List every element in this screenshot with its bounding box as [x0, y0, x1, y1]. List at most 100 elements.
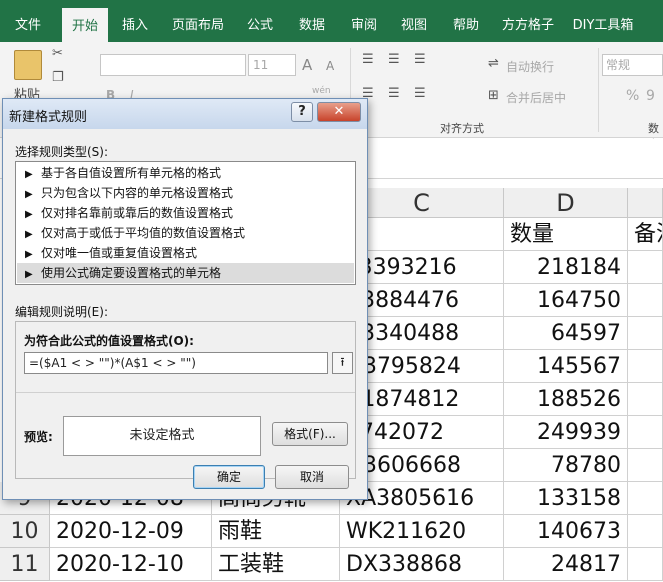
rule-type-item[interactable]: ▶ 仅对排名靠前或靠后的数值设置格式 — [17, 203, 354, 223]
edit-rule-description-label: 编辑规则说明(E): — [15, 305, 108, 319]
align-bottom-icon[interactable]: ☰ — [414, 52, 426, 67]
tab-insert[interactable]: 插入 — [114, 0, 156, 42]
triangle-right-icon: ▶ — [25, 229, 33, 240]
rule-type-label: 仅对排名靠前或靠后的数值设置格式 — [41, 206, 234, 220]
formula-input[interactable]: =($A1 < > "")*(A$1 < > "") — [24, 352, 328, 374]
table-cell[interactable] — [628, 383, 663, 416]
table-cell[interactable] — [628, 350, 663, 383]
column-header-d[interactable]: D — [504, 188, 628, 218]
table-cell[interactable]: 雨鞋 — [212, 515, 340, 548]
ok-button[interactable]: 确定 — [193, 465, 265, 489]
comma-style-icon[interactable]: 9 — [646, 88, 655, 104]
paste-icon[interactable] — [14, 50, 42, 80]
table-cell[interactable] — [628, 284, 663, 317]
shrink-font-icon[interactable]: A — [326, 59, 334, 73]
table-cell[interactable]: 218184 — [504, 251, 628, 284]
align-top-icon[interactable]: ☰ — [362, 52, 374, 67]
select-rule-type-label: 选择规则类型(S): — [15, 145, 109, 159]
wrap-text-icon[interactable]: ⇌ — [488, 56, 499, 71]
table-cell[interactable]: 2020-12-10 — [50, 548, 212, 581]
table-cell[interactable] — [628, 548, 663, 581]
align-middle-icon[interactable]: ☰ — [388, 52, 400, 67]
table-cell[interactable]: 2020-12-09 — [50, 515, 212, 548]
row-header[interactable]: 10 — [0, 515, 50, 548]
collapse-dialog-icon[interactable]: ⭱ — [332, 352, 353, 374]
rule-type-item[interactable]: ▶ 基于各自值设置所有单元格的格式 — [17, 163, 354, 183]
tab-review[interactable]: 审阅 — [344, 0, 384, 42]
cut-icon[interactable]: ✂ — [52, 46, 63, 61]
tab-view[interactable]: 视图 — [394, 0, 434, 42]
tab-data[interactable]: 数据 — [292, 0, 332, 42]
cancel-button[interactable]: 取消 — [275, 465, 349, 489]
rule-type-label: 仅对唯一值或重复值设置格式 — [41, 246, 198, 260]
triangle-right-icon: ▶ — [25, 269, 33, 280]
wrap-text-button[interactable]: 自动换行 — [506, 58, 554, 75]
tab-help[interactable]: 帮助 — [446, 0, 486, 42]
table-cell[interactable]: 133158 — [504, 482, 628, 515]
tab-file[interactable]: 文件 — [4, 0, 52, 42]
font-name-dropdown[interactable] — [100, 54, 246, 76]
format-preview: 未设定格式 — [63, 416, 261, 456]
rule-description-panel: 为符合此公式的值设置格式(O): =($A1 < > "")*(A$1 < > … — [15, 321, 356, 479]
table-cell[interactable] — [628, 515, 663, 548]
triangle-right-icon: ▶ — [25, 169, 33, 180]
rule-type-list[interactable]: ▶ 基于各自值设置所有单元格的格式 ▶ 只为包含以下内容的单元格设置格式 ▶ 仅对排名… — [15, 161, 356, 285]
triangle-right-icon: ▶ — [25, 189, 33, 200]
table-cell[interactable]: DX338868 — [340, 548, 504, 581]
table-cell[interactable]: 249939 — [504, 416, 628, 449]
alignment-group-label: 对齐方式 — [440, 122, 484, 135]
dialog-title-bar[interactable]: 新建格式规则 ? ✕ — [3, 99, 367, 129]
table-cell[interactable]: 64597 — [504, 317, 628, 350]
preview-label: 预览: — [24, 430, 53, 444]
percent-icon[interactable]: % — [626, 88, 639, 104]
table-cell[interactable] — [628, 449, 663, 482]
ribbon-tab-bar: 文件 开始 插入 页面布局 公式 数据 审阅 视图 帮助 方方格子 DIY工具箱 — [0, 0, 663, 42]
column-header-e[interactable] — [628, 188, 663, 218]
table-cell[interactable]: 140673 — [504, 515, 628, 548]
tab-page-layout[interactable]: 页面布局 — [166, 0, 230, 42]
rule-type-item[interactable]: ▶ 仅对高于或低于平均值的数值设置格式 — [17, 223, 354, 243]
rule-type-label: 只为包含以下内容的单元格设置格式 — [41, 186, 234, 200]
table-cell[interactable] — [628, 317, 663, 350]
triangle-right-icon: ▶ — [25, 249, 33, 260]
table-cell[interactable]: 145567 — [504, 350, 628, 383]
merge-center-icon[interactable]: ⊞ — [488, 88, 499, 103]
rule-type-item[interactable]: ▶ 仅对唯一值或重复值设置格式 — [17, 243, 354, 263]
merge-center-button[interactable]: 合并后居中 — [506, 89, 566, 106]
triangle-right-icon: ▶ — [25, 209, 33, 220]
rule-type-label: 仅对高于或低于平均值的数值设置格式 — [41, 226, 246, 240]
formula-label: 为符合此公式的值设置格式(O): — [24, 334, 194, 348]
help-button[interactable]: ? — [291, 102, 313, 122]
tab-home[interactable]: 开始 — [62, 8, 108, 42]
copy-icon[interactable]: ❐ — [52, 70, 64, 85]
table-cell[interactable] — [628, 482, 663, 515]
grow-font-icon[interactable]: A — [302, 56, 312, 74]
tab-fangfang[interactable]: 方方格子 — [498, 0, 558, 42]
table-cell[interactable]: WK211620 — [340, 515, 504, 548]
format-button[interactable]: 格式(F)... — [272, 422, 348, 446]
table-cell[interactable]: 164750 — [504, 284, 628, 317]
table-cell[interactable]: 工装鞋 — [212, 548, 340, 581]
cell-header-quantity[interactable]: 数量 — [504, 218, 628, 251]
align-center-icon[interactable]: ☰ — [388, 86, 400, 101]
align-right-icon[interactable]: ☰ — [414, 86, 426, 101]
divider — [16, 392, 355, 393]
row-header[interactable]: 11 — [0, 548, 50, 581]
tab-formulas[interactable]: 公式 — [240, 0, 280, 42]
ribbon-separator — [598, 48, 599, 132]
rule-type-item[interactable]: ▶ 只为包含以下内容的单元格设置格式 — [17, 183, 354, 203]
close-button[interactable]: ✕ — [317, 102, 361, 122]
table-cell[interactable] — [628, 251, 663, 284]
rule-type-item-selected[interactable]: ▶ 使用公式确定要设置格式的单元格 — [17, 263, 354, 283]
number-format-dropdown[interactable]: 常规 — [602, 54, 663, 76]
rule-type-label: 使用公式确定要设置格式的单元格 — [41, 266, 222, 280]
table-cell[interactable]: 24817 — [504, 548, 628, 581]
font-size-dropdown[interactable]: 11 — [248, 54, 296, 76]
cell-header-remark[interactable]: 备注 — [628, 218, 663, 251]
new-format-rule-dialog: 新建格式规则 ? ✕ 选择规则类型(S): ▶ 基于各自值设置所有单元格的格式 ▶… — [2, 98, 368, 500]
tab-diy-toolbox[interactable]: DIY工具箱 — [564, 0, 642, 42]
table-cell[interactable]: 188526 — [504, 383, 628, 416]
table-cell[interactable] — [628, 416, 663, 449]
table-cell[interactable]: 78780 — [504, 449, 628, 482]
phonetic-icon[interactable]: wén — [312, 86, 331, 96]
